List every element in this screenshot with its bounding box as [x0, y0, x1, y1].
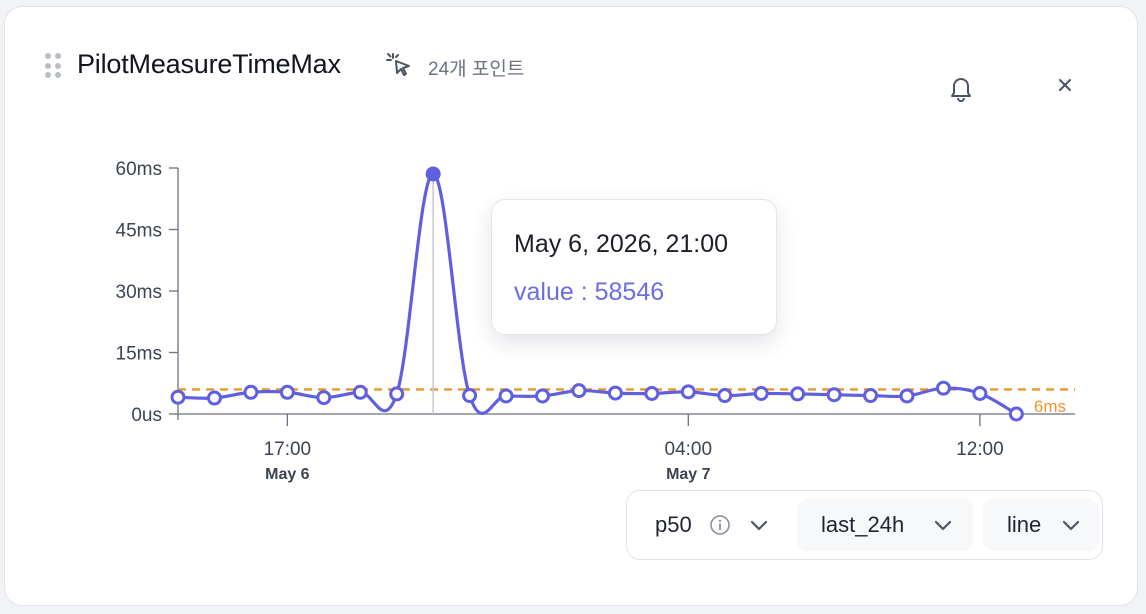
tooltip-date: May 6, 2026, 21:00 [514, 230, 729, 258]
data-point [170, 389, 186, 405]
chevron-down-icon [750, 520, 768, 531]
data-point [935, 380, 951, 396]
data-point [243, 384, 259, 400]
tooltip-value: value : 58546 [514, 278, 665, 306]
data-point [571, 383, 587, 399]
threshold-label: 6ms [1034, 397, 1066, 416]
x-tick-sublabel: May 6 [265, 466, 310, 483]
y-tick-label: 0us [131, 405, 162, 426]
chevron-down-icon [1062, 520, 1080, 531]
info-icon[interactable] [709, 514, 731, 536]
data-point [717, 388, 733, 404]
chart-controls: p50 last_24h line [626, 490, 1103, 560]
x-tick-label: 04:00 [665, 439, 713, 460]
chart-type-select-value: line [1007, 512, 1042, 537]
x-tick-label: 17:00 [264, 439, 312, 460]
chart-tooltip: May 6, 2026, 21:00 value : 58546 [491, 199, 777, 335]
range-select[interactable]: last_24h [797, 499, 973, 551]
data-point [972, 386, 988, 401]
highlighted-data-point [425, 166, 441, 182]
data-point [1008, 406, 1024, 422]
data-point [498, 388, 514, 404]
chart-type-select[interactable]: line [983, 499, 1099, 551]
stat-select-value: p50 [655, 512, 692, 537]
data-point [279, 384, 295, 400]
data-point [790, 386, 806, 402]
y-tick-label: 60ms [116, 159, 162, 180]
data-point [644, 386, 660, 401]
data-point [462, 388, 478, 404]
data-point [316, 390, 332, 406]
data-point [352, 384, 368, 400]
stat-select[interactable]: p50 [631, 499, 791, 551]
x-tick-label: 12:00 [956, 439, 1004, 460]
range-select-value: last_24h [821, 512, 905, 537]
data-point [826, 387, 842, 403]
data-point [899, 388, 915, 404]
data-point [389, 386, 405, 402]
x-tick-sublabel: May 7 [666, 466, 711, 483]
data-point [206, 390, 222, 406]
data-point [753, 386, 769, 401]
data-point [863, 388, 879, 404]
chevron-down-icon [934, 520, 952, 531]
data-point [680, 384, 696, 400]
y-tick-label: 45ms [116, 221, 162, 242]
y-tick-label: 30ms [116, 282, 162, 303]
y-tick-label: 15ms [116, 344, 162, 365]
data-point [607, 385, 623, 401]
data-point [535, 388, 550, 404]
